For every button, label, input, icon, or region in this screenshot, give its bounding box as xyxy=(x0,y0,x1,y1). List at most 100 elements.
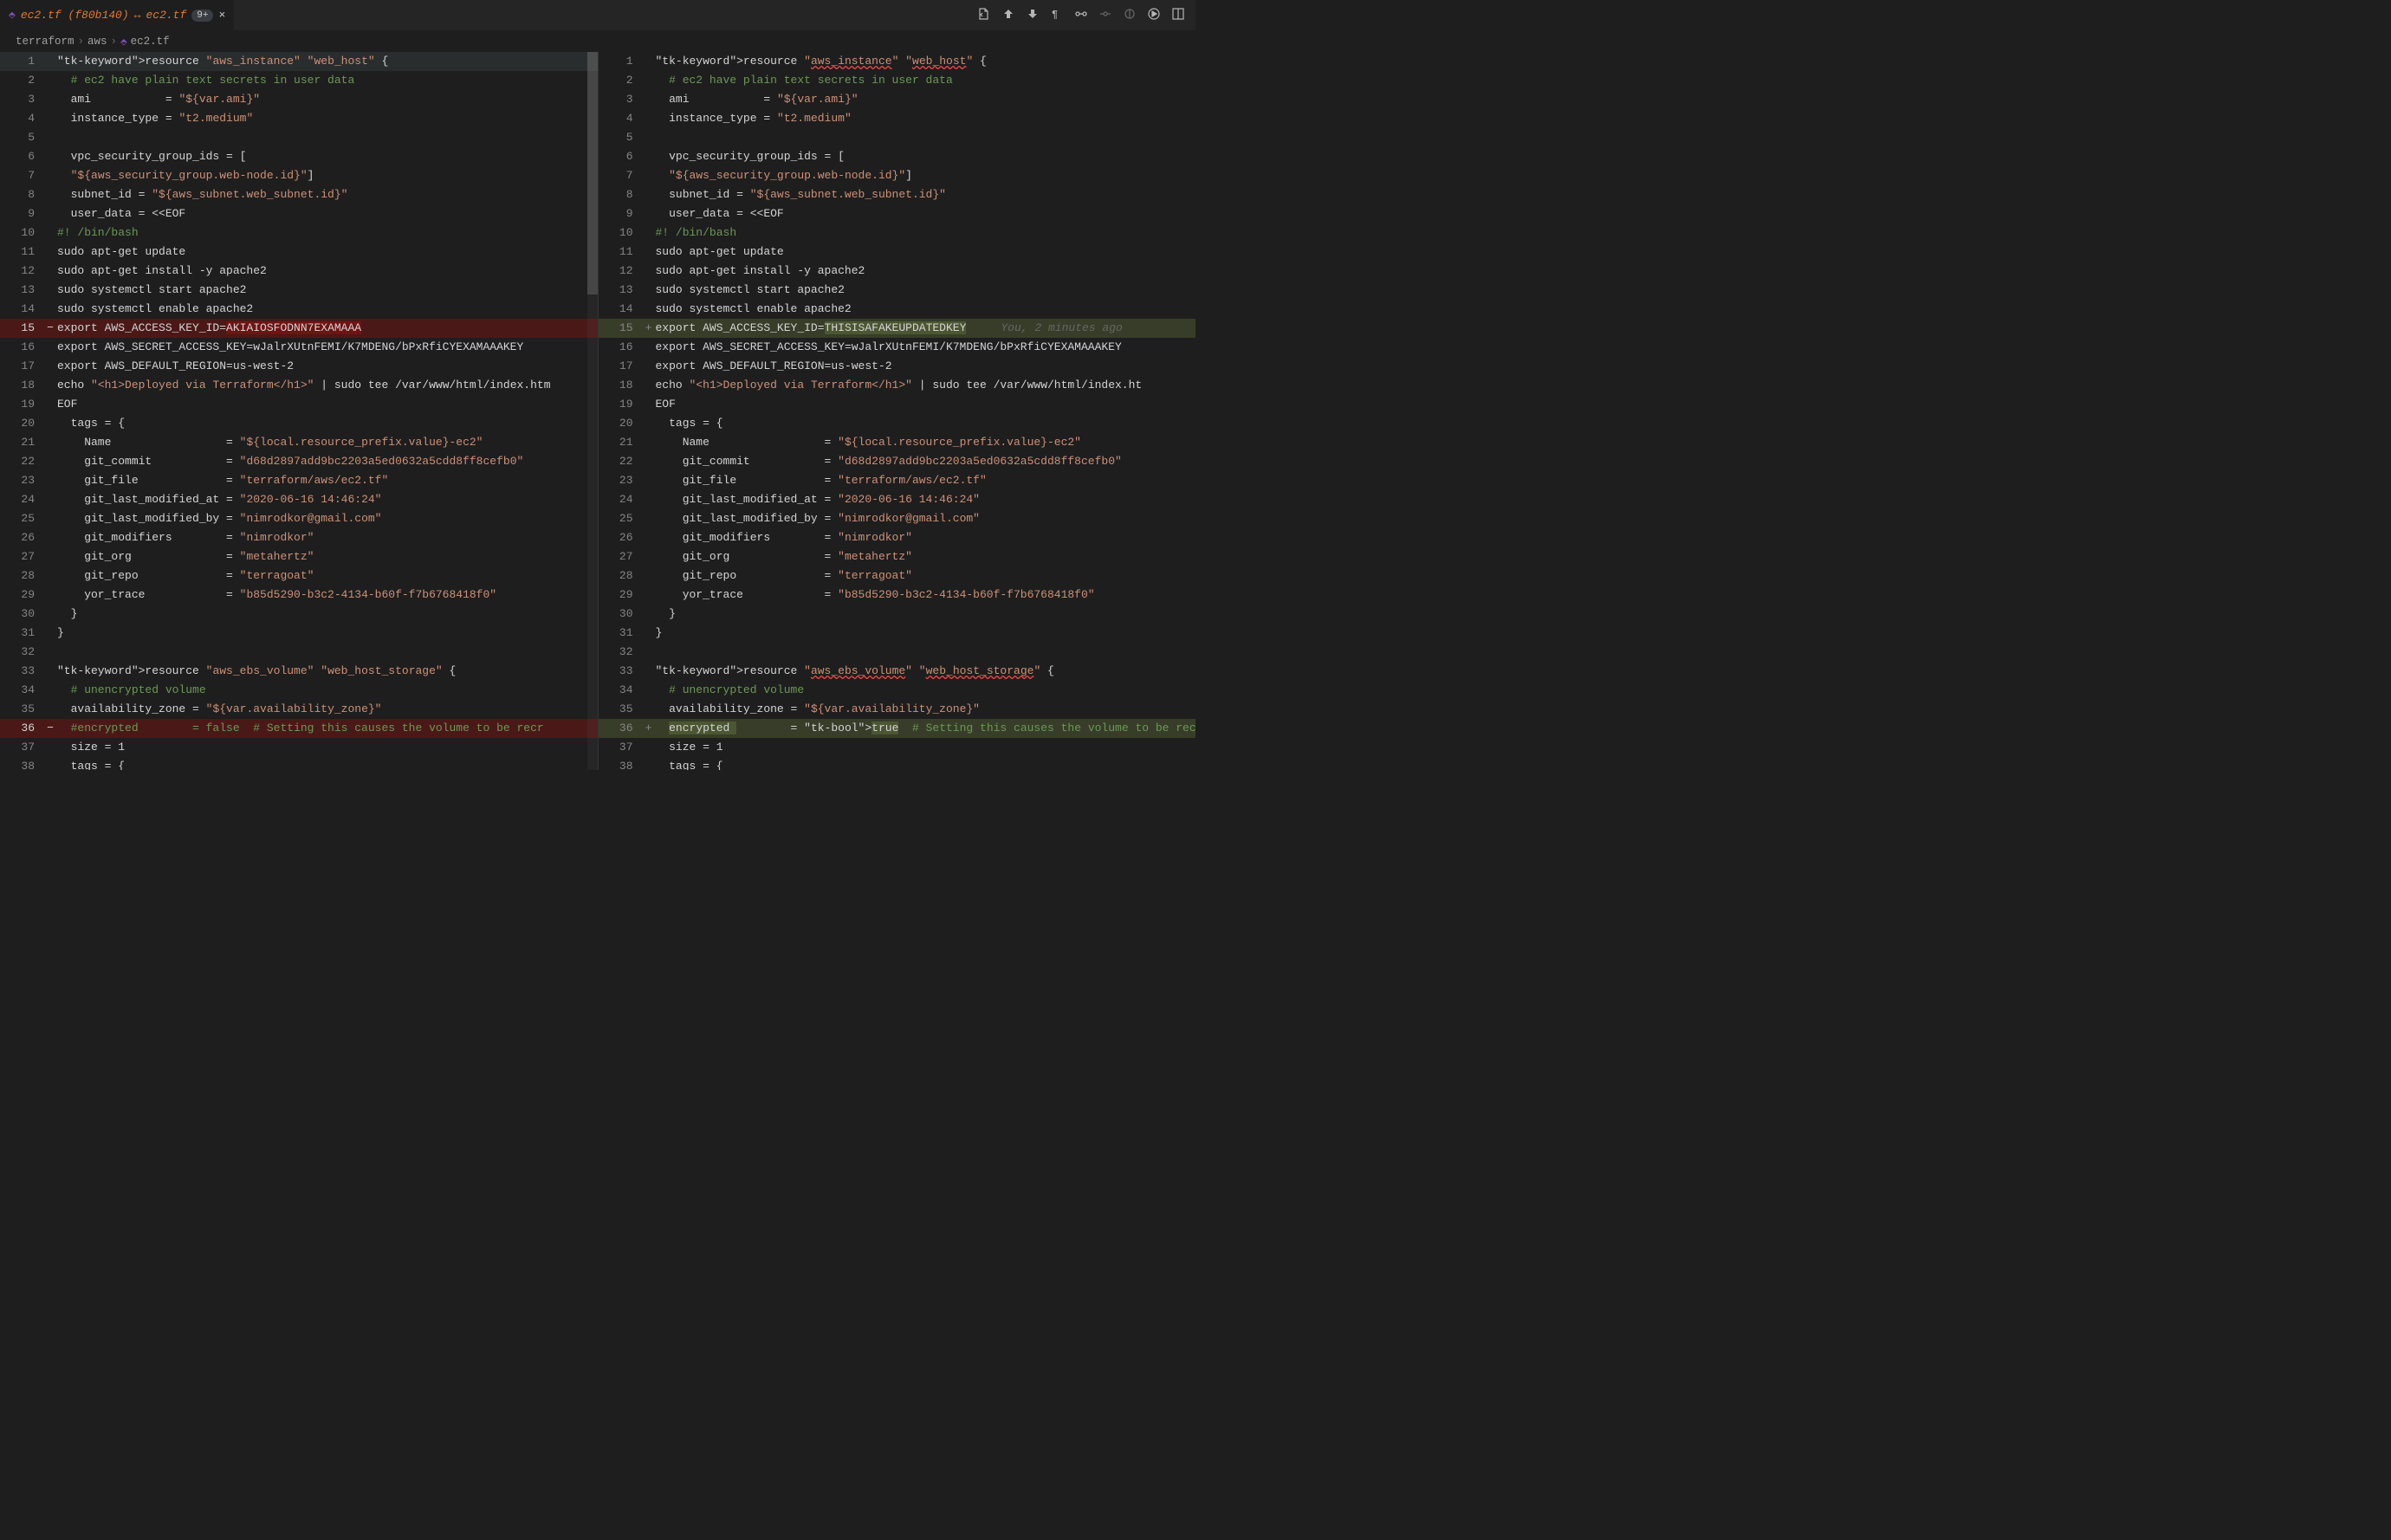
code-content[interactable]: sudo apt-get update xyxy=(654,243,1196,262)
code-line[interactable]: 14sudo systemctl enable apache2 xyxy=(0,300,598,319)
code-content[interactable]: } xyxy=(654,605,1196,624)
editor-tab-active[interactable]: ⬘ ec2.tf (f80b140) ↔ ec2.tf 9+ × xyxy=(0,0,234,30)
run-icon[interactable] xyxy=(1147,7,1161,24)
code-line[interactable]: 15−export AWS_ACCESS_KEY_ID=AKIAIOSFODNN… xyxy=(0,319,598,338)
close-icon[interactable]: × xyxy=(218,9,225,22)
next-change-icon[interactable] xyxy=(1026,7,1040,24)
code-content[interactable]: git_file = "terraform/aws/ec2.tf" xyxy=(55,471,598,490)
code-content[interactable]: sudo systemctl enable apache2 xyxy=(654,300,1196,319)
code-line[interactable]: 16export AWS_SECRET_ACCESS_KEY=wJalrXUtn… xyxy=(599,338,1196,357)
code-line[interactable]: 19EOF xyxy=(599,395,1196,414)
code-line[interactable]: 2 # ec2 have plain text secrets in user … xyxy=(0,71,598,90)
code-content[interactable]: export AWS_DEFAULT_REGION=us-west-2 xyxy=(654,357,1196,376)
code-line[interactable]: 31} xyxy=(0,624,598,643)
code-line[interactable]: 7 "${aws_security_group.web-node.id}"] xyxy=(599,166,1196,185)
code-content[interactable]: user_data = <<EOF xyxy=(55,204,598,223)
code-line[interactable]: 28 git_repo = "terragoat" xyxy=(0,566,598,586)
code-content[interactable]: git_commit = "d68d2897add9bc2203a5ed0632… xyxy=(654,452,1196,471)
code-line[interactable]: 21 Name = "${local.resource_prefix.value… xyxy=(599,433,1196,452)
code-line[interactable]: 13sudo systemctl start apache2 xyxy=(0,281,598,300)
code-content[interactable]: #! /bin/bash xyxy=(55,223,598,243)
code-line[interactable]: 12sudo apt-get install -y apache2 xyxy=(0,262,598,281)
code-line[interactable]: 29 yor_trace = "b85d5290-b3c2-4134-b60f-… xyxy=(599,586,1196,605)
code-line[interactable]: 2 # ec2 have plain text secrets in user … xyxy=(599,71,1196,90)
code-line[interactable]: 15+export AWS_ACCESS_KEY_ID=THISISAFAKEU… xyxy=(599,319,1196,338)
code-content[interactable]: # ec2 have plain text secrets in user da… xyxy=(55,71,598,90)
code-line[interactable]: 29 yor_trace = "b85d5290-b3c2-4134-b60f-… xyxy=(0,586,598,605)
code-line[interactable]: 3 ami = "${var.ami}" xyxy=(599,90,1196,109)
code-content[interactable]: size = 1 xyxy=(55,738,598,757)
code-line[interactable]: 26 git_modifiers = "nimrodkor" xyxy=(599,528,1196,547)
code-content[interactable]: git_org = "metahertz" xyxy=(55,547,598,566)
code-content[interactable]: sudo systemctl start apache2 xyxy=(654,281,1196,300)
code-content[interactable]: "tk-keyword">resource "aws_ebs_volume" "… xyxy=(55,662,598,681)
code-line[interactable]: 33"tk-keyword">resource "aws_ebs_volume"… xyxy=(599,662,1196,681)
code-content[interactable]: user_data = <<EOF xyxy=(654,204,1196,223)
code-line[interactable]: 32 xyxy=(599,643,1196,662)
code-content[interactable]: git_repo = "terragoat" xyxy=(55,566,598,586)
code-content[interactable]: subnet_id = "${aws_subnet.web_subnet.id}… xyxy=(654,185,1196,204)
code-content[interactable]: git_last_modified_at = "2020-06-16 14:46… xyxy=(654,490,1196,509)
code-content[interactable]: EOF xyxy=(654,395,1196,414)
code-line[interactable]: 22 git_commit = "d68d2897add9bc2203a5ed0… xyxy=(599,452,1196,471)
code-line[interactable]: 8 subnet_id = "${aws_subnet.web_subnet.i… xyxy=(599,185,1196,204)
breadcrumb-seg[interactable]: aws xyxy=(87,36,107,48)
code-content[interactable]: instance_type = "t2.medium" xyxy=(654,109,1196,128)
code-content[interactable]: availability_zone = "${var.availability_… xyxy=(654,700,1196,719)
code-line[interactable]: 32 xyxy=(0,643,598,662)
code-line[interactable]: 10#! /bin/bash xyxy=(0,223,598,243)
code-line[interactable]: 30 } xyxy=(599,605,1196,624)
code-line[interactable]: 12sudo apt-get install -y apache2 xyxy=(599,262,1196,281)
code-content[interactable] xyxy=(55,128,598,147)
code-line[interactable]: 18echo "<h1>Deployed via Terraform</h1>"… xyxy=(599,376,1196,395)
swap-icon[interactable] xyxy=(1074,7,1088,24)
diff-pane-original[interactable]: 1"tk-keyword">resource "aws_instance" "w… xyxy=(0,52,599,770)
code-line[interactable]: 16export AWS_SECRET_ACCESS_KEY=wJalrXUtn… xyxy=(0,338,598,357)
code-line[interactable]: 23 git_file = "terraform/aws/ec2.tf" xyxy=(599,471,1196,490)
code-content[interactable]: yor_trace = "b85d5290-b3c2-4134-b60f-f7b… xyxy=(654,586,1196,605)
code-line[interactable]: 36− #encrypted = false # Setting this ca… xyxy=(0,719,598,738)
code-content[interactable]: git_modifiers = "nimrodkor" xyxy=(55,528,598,547)
code-content[interactable]: export AWS_ACCESS_KEY_ID=THISISAFAKEUPDA… xyxy=(654,319,1196,338)
code-content[interactable]: #encrypted = false # Setting this causes… xyxy=(55,719,598,738)
code-line[interactable]: 26 git_modifiers = "nimrodkor" xyxy=(0,528,598,547)
code-line[interactable]: 34 # unencrypted volume xyxy=(0,681,598,700)
code-line[interactable]: 30 } xyxy=(0,605,598,624)
code-content[interactable] xyxy=(654,643,1196,662)
code-content[interactable]: tags = { xyxy=(55,414,598,433)
code-content[interactable]: size = 1 xyxy=(654,738,1196,757)
code-line[interactable]: 28 git_repo = "terragoat" xyxy=(599,566,1196,586)
code-content[interactable]: echo "<h1>Deployed via Terraform</h1>" |… xyxy=(654,376,1196,395)
code-content[interactable]: "tk-keyword">resource "aws_instance" "we… xyxy=(55,52,598,71)
code-line[interactable]: 37 size = 1 xyxy=(599,738,1196,757)
code-line[interactable]: 9 user_data = <<EOF xyxy=(599,204,1196,223)
code-line[interactable]: 11sudo apt-get update xyxy=(0,243,598,262)
code-content[interactable]: git_modifiers = "nimrodkor" xyxy=(654,528,1196,547)
go-to-file-icon[interactable] xyxy=(977,7,991,24)
code-line[interactable]: 4 instance_type = "t2.medium" xyxy=(0,109,598,128)
code-content[interactable]: yor_trace = "b85d5290-b3c2-4134-b60f-f7b… xyxy=(55,586,598,605)
code-content[interactable]: sudo systemctl start apache2 xyxy=(55,281,598,300)
code-line[interactable]: 6 vpc_security_group_ids = [ xyxy=(599,147,1196,166)
code-content[interactable]: export AWS_DEFAULT_REGION=us-west-2 xyxy=(55,357,598,376)
code-line[interactable]: 37 size = 1 xyxy=(0,738,598,757)
code-content[interactable]: export AWS_SECRET_ACCESS_KEY=wJalrXUtnFE… xyxy=(55,338,598,357)
collapse-unchanged-icon[interactable] xyxy=(1098,7,1112,24)
code-line[interactable]: 38 tags = { xyxy=(599,757,1196,770)
code-content[interactable]: Name = "${local.resource_prefix.value}-e… xyxy=(654,433,1196,452)
code-line[interactable]: 11sudo apt-get update xyxy=(599,243,1196,262)
code-line[interactable]: 25 git_last_modified_by = "nimrodkor@gma… xyxy=(0,509,598,528)
code-content[interactable]: git_repo = "terragoat" xyxy=(654,566,1196,586)
code-content[interactable]: git_commit = "d68d2897add9bc2203a5ed0632… xyxy=(55,452,598,471)
code-content[interactable]: encrypted = "tk-bool">true # Setting thi… xyxy=(654,719,1196,738)
breadcrumb-seg[interactable]: terraform xyxy=(16,36,75,48)
code-content[interactable]: git_org = "metahertz" xyxy=(654,547,1196,566)
code-content[interactable]: ami = "${var.ami}" xyxy=(55,90,598,109)
code-content[interactable]: Name = "${local.resource_prefix.value}-e… xyxy=(55,433,598,452)
code-line[interactable]: 6 vpc_security_group_ids = [ xyxy=(0,147,598,166)
code-line[interactable]: 38 tags = { xyxy=(0,757,598,770)
code-content[interactable] xyxy=(654,128,1196,147)
code-line[interactable]: 13sudo systemctl start apache2 xyxy=(599,281,1196,300)
code-content[interactable]: "tk-keyword">resource "aws_ebs_volume" "… xyxy=(654,662,1196,681)
split-editor-icon[interactable] xyxy=(1171,7,1185,24)
